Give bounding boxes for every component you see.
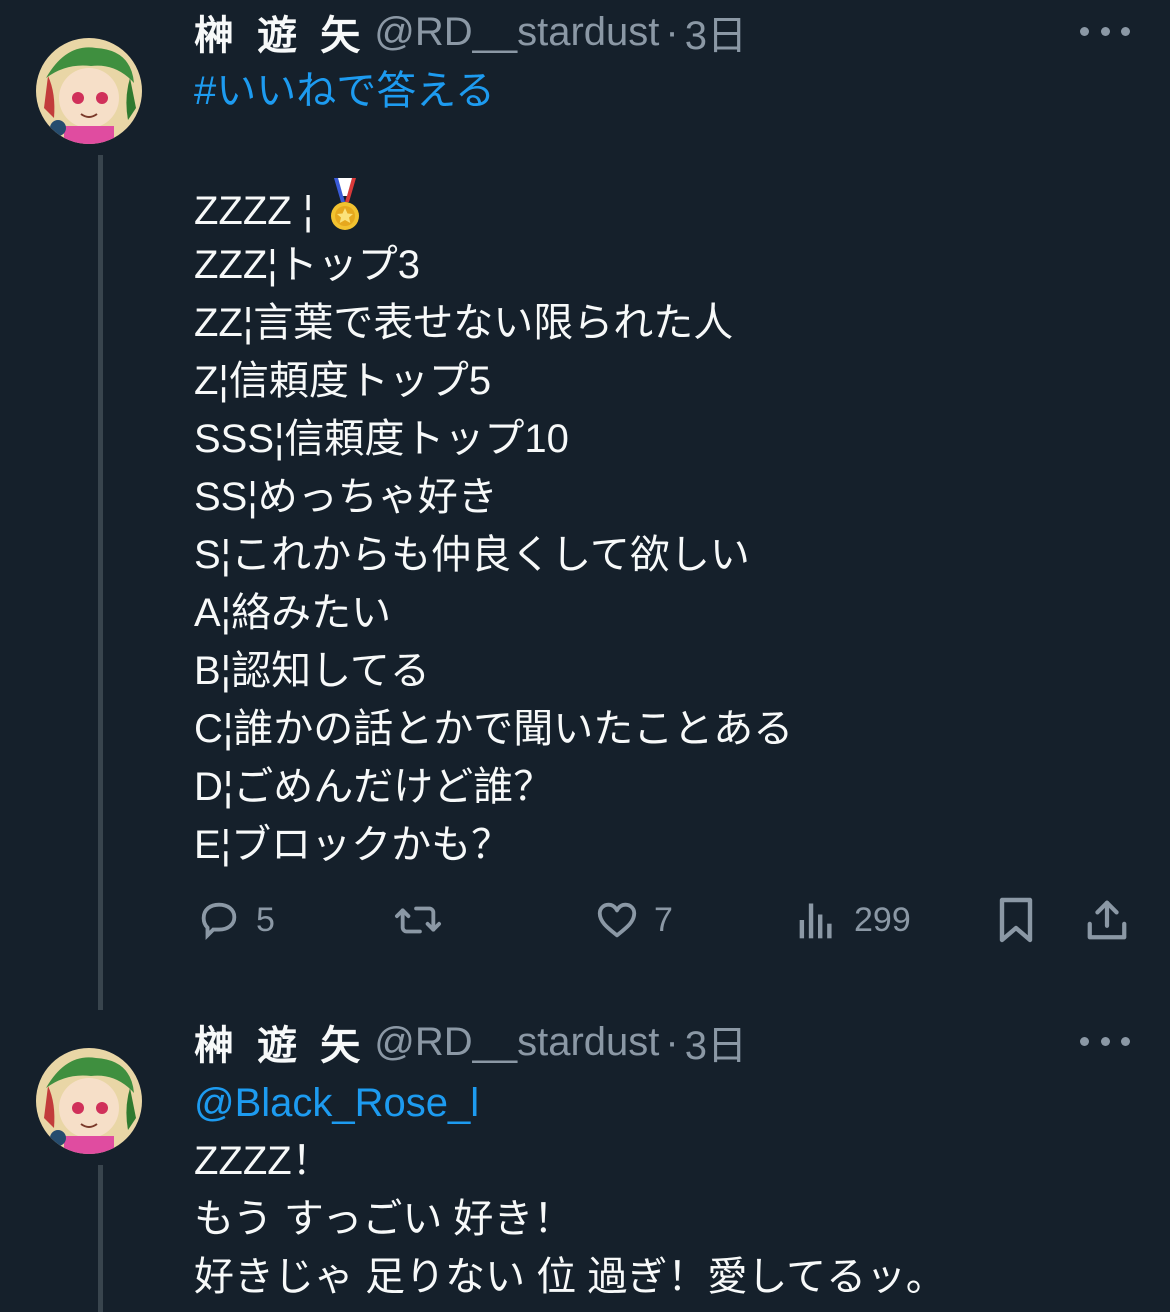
rank-line: D¦ごめんだけど誰？: [194, 765, 554, 809]
reply-count: 5: [256, 900, 275, 939]
tweet-text-line: 好きじゃ 足りない 位 過ぎ！愛してるッ。: [194, 1255, 946, 1299]
more-icon[interactable]: [1080, 16, 1130, 46]
views-count: 299: [854, 900, 911, 939]
more-icon[interactable]: [1080, 1026, 1130, 1056]
mention-link[interactable]: @Black_Rose_l: [194, 1074, 479, 1132]
retweet-icon: [392, 897, 444, 943]
timestamp[interactable]: 3日: [685, 1013, 747, 1071]
action-bar: 5 7 299: [0, 890, 1170, 950]
more-dot: [1121, 1036, 1130, 1046]
tweet-text-line: もう すっごい 好き！: [194, 1197, 574, 1241]
more-dot: [1080, 26, 1089, 36]
tweet-2[interactable]: 榊 遊 矢 @RD__stardust · 3日 @Black_Rose_l Z…: [0, 1010, 1170, 1312]
share-button[interactable]: [1084, 890, 1130, 950]
rank-line: ZZZ¦トップ3: [194, 243, 420, 287]
views-icon: [796, 898, 840, 942]
views-button[interactable]: 299: [796, 890, 911, 950]
share-icon: [1084, 896, 1130, 944]
separator: ·: [665, 9, 679, 54]
separator: ·: [665, 1019, 679, 1064]
tweet-header: 榊 遊 矢 @RD__stardust · 3日: [194, 1017, 747, 1069]
avatar[interactable]: [36, 1048, 142, 1154]
bookmark-button[interactable]: [994, 890, 1038, 950]
rank-line: A¦絡みたい: [194, 591, 392, 635]
more-dot: [1121, 26, 1130, 36]
like-count: 7: [654, 900, 673, 939]
rank-line: C¦誰かの話とかで聞いたことある: [194, 707, 794, 751]
rank-line: S¦これからも仲良くして欲しい: [194, 533, 750, 577]
more-dot: [1080, 1036, 1089, 1046]
author-handle[interactable]: @RD__stardust: [374, 10, 659, 55]
rank-line: SS¦めっちゃ好き: [194, 475, 498, 519]
more-dot: [1100, 1036, 1110, 1046]
rank-line: E¦ブロックかも？: [194, 823, 512, 867]
reply-icon: [196, 897, 242, 943]
thread-line: [98, 1165, 103, 1312]
rank-line: ZZ¦言葉で表せない限られた人: [194, 301, 734, 345]
tweet-header: 榊 遊 矢 @RD__stardust · 3日: [194, 7, 747, 59]
more-dot: [1100, 26, 1110, 36]
author-handle[interactable]: @RD__stardust: [374, 1020, 659, 1065]
rank-label: ZZZZ ¦: [194, 189, 325, 233]
like-icon: [594, 897, 640, 943]
timestamp[interactable]: 3日: [685, 3, 747, 61]
rank-line: B¦認知してる: [194, 649, 430, 693]
rank-line: SSS¦信頼度トップ10: [194, 417, 569, 461]
avatar[interactable]: [36, 38, 142, 144]
hashtag-link[interactable]: #いいねで答える: [194, 62, 495, 120]
bookmark-icon: [994, 896, 1038, 944]
author-name[interactable]: 榊 遊 矢: [194, 3, 366, 61]
reply-button[interactable]: 5: [196, 890, 275, 950]
author-name[interactable]: 榊 遊 矢: [194, 1013, 366, 1071]
retweet-button[interactable]: [392, 890, 458, 950]
rank-line: Z¦信頼度トップ5: [194, 359, 492, 403]
tweet-text-line: ZZZZ！: [194, 1139, 332, 1183]
like-button[interactable]: 7: [594, 890, 673, 950]
tweet-1[interactable]: 榊 遊 矢 @RD__stardust · 3日 #いいねで答える ZZZZ ¦…: [0, 0, 1170, 1010]
thread-line: [98, 155, 103, 1010]
